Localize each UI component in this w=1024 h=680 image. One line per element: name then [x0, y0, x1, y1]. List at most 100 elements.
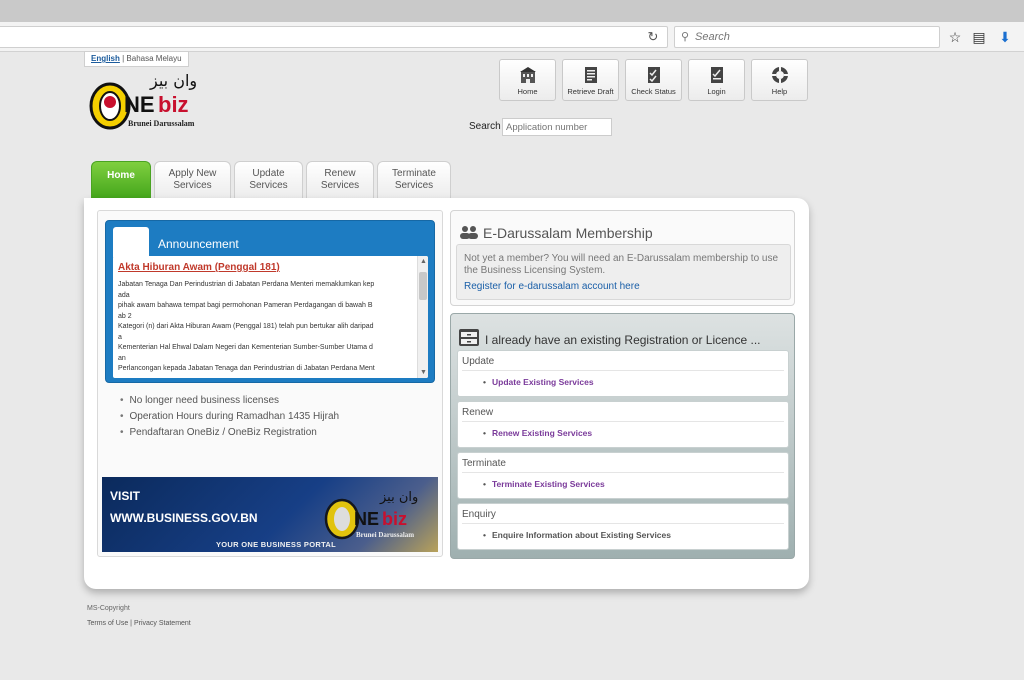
announcement-line: pihak awam bahawa tempat bagi permohonan… — [118, 302, 373, 309]
nav-home-label: Home — [517, 87, 538, 96]
business-portal-banner[interactable]: VISIT WWW.BUSINESS.GOV.BN NE biz وان بيز… — [102, 477, 438, 552]
scroll-thumb[interactable] — [419, 272, 427, 300]
register-link[interactable]: Register for e-darussalam account here — [464, 281, 640, 292]
cabinet-icon — [459, 329, 479, 346]
reload-icon[interactable]: ↻ — [645, 29, 661, 45]
news-item[interactable]: Operation Hours during Ramadhan 1435 Hij… — [120, 409, 340, 425]
lang-malay-link[interactable]: Bahasa Melayu — [126, 54, 181, 63]
search-icon: ⚲ — [681, 31, 690, 43]
card-divider — [462, 472, 784, 473]
download-icon[interactable]: ⬇ — [997, 29, 1013, 45]
tab-apply-new-services[interactable]: Apply New Services — [154, 161, 231, 199]
tab-apply-line2: Services — [173, 180, 212, 191]
announcement-line: ada — [118, 291, 130, 299]
browser-search-input[interactable] — [695, 29, 925, 45]
footer-links: Terms of Use | Privacy Statement — [87, 620, 191, 627]
privacy-statement-link[interactable]: Privacy Statement — [134, 620, 191, 627]
logo-arabic-text: وان بيز — [149, 71, 197, 91]
banner-tagline: YOUR ONE BUSINESS PORTAL — [216, 540, 336, 549]
announcement-line: Perlancongan kepada Jabatan Tenaga dan P… — [118, 365, 375, 372]
document-icon — [584, 67, 597, 83]
announcement-line: an — [118, 354, 126, 362]
scroll-down-icon[interactable]: ▼ — [419, 369, 428, 376]
news-item[interactable]: No longer need business licenses — [120, 393, 339, 409]
nav-home-button[interactable]: Home — [499, 59, 556, 101]
announcement-line: ab 2 — [118, 312, 132, 320]
language-switcher: English | Bahasa Melayu — [84, 51, 189, 67]
tab-terminate-line2: Services — [394, 180, 434, 191]
tab-update-line2: Services — [249, 180, 288, 191]
terminate-card: Terminate Terminate Existing Services — [457, 452, 789, 499]
svg-text:NE: NE — [354, 509, 379, 529]
building-icon — [519, 67, 536, 83]
onebiz-logo[interactable]: NE biz وان بيز Brunei Darussalam — [88, 68, 210, 132]
banner-logo-arabic: وان بيز — [379, 490, 418, 505]
terms-of-use-link[interactable]: Terms of Use — [87, 620, 128, 627]
banner-url-text: WWW.BUSINESS.GOV.BN — [110, 511, 258, 525]
tab-update-services[interactable]: Update Services — [234, 161, 303, 199]
browser-search-box[interactable]: ⚲ — [674, 26, 940, 48]
card-divider — [462, 370, 784, 371]
terminate-card-title: Terminate — [462, 458, 506, 469]
tab-apply-line1: Apply New — [168, 168, 217, 179]
nav-retrieve-draft-button[interactable]: Retrieve Draft — [562, 59, 619, 101]
announcement-line: Jabatan Tenaga Dan Perindustrian di Jaba… — [118, 281, 375, 288]
announcement-tab-cap — [113, 227, 149, 257]
update-card-title: Update — [462, 356, 495, 367]
announcement-line: a — [118, 333, 122, 341]
tab-home-label: Home — [107, 170, 135, 181]
renew-card: Renew Renew Existing Services — [457, 401, 789, 448]
checklist-icon — [647, 67, 660, 83]
bookmark-star-icon[interactable]: ☆ — [947, 29, 963, 45]
announcement-scrollbar[interactable]: ▲ ▼ — [417, 256, 428, 378]
membership-inner: Not yet a member? You will need an E-Dar… — [456, 244, 791, 300]
card-divider — [462, 421, 784, 422]
announcement-body: Akta Hiburan Awam (Penggal 181) Jabatan … — [113, 256, 428, 378]
banner-logo-sub: Brunei Darussalam — [356, 531, 414, 539]
tab-terminate-services[interactable]: Terminate Services — [377, 161, 451, 199]
nav-login-label: Login — [707, 87, 726, 96]
tab-renew-line1: Renew — [324, 168, 356, 179]
news-list: No longer need business licenses Operati… — [120, 393, 340, 441]
registration-title: I already have an existing Registration … — [485, 333, 761, 347]
login-icon — [710, 67, 723, 83]
tab-terminate-line1: Terminate — [392, 168, 436, 179]
reading-list-icon[interactable]: ▤ — [971, 29, 987, 45]
search-label: Search — [469, 121, 501, 132]
nav-retrieve-draft-label: Retrieve Draft — [567, 87, 614, 96]
users-icon — [460, 226, 478, 239]
enquiry-card-title: Enquiry — [462, 509, 496, 520]
tab-renew-services[interactable]: Renew Services — [306, 161, 374, 199]
enquire-services-link[interactable]: Enquire Information about Existing Servi… — [483, 530, 671, 540]
logo-main-text: NE — [124, 92, 155, 117]
nav-help-label: Help — [771, 87, 788, 96]
nav-login-button[interactable]: Login — [688, 59, 745, 101]
nav-check-status-button[interactable]: Check Status — [625, 59, 682, 101]
nav-check-status-label: Check Status — [631, 87, 676, 96]
announcement-headline-link[interactable]: Akta Hiburan Awam (Penggal 181) — [118, 262, 280, 273]
membership-box: E-Darussalam Membership Not yet a member… — [450, 210, 795, 306]
application-number-input[interactable] — [502, 118, 612, 136]
lifebuoy-icon — [771, 67, 788, 83]
tab-home[interactable]: Home — [91, 161, 151, 199]
renew-services-link[interactable]: Renew Existing Services — [483, 428, 592, 438]
tab-update-line1: Update — [252, 168, 285, 179]
svg-text:biz: biz — [382, 509, 407, 529]
svg-text:biz: biz — [158, 92, 189, 117]
membership-description: Not yet a member? You will need an E-Dar… — [464, 253, 779, 276]
banner-logo: NE biz وان بيز Brunei Darussalam — [324, 490, 418, 540]
footer-copyright: MS-Copyright — [87, 605, 130, 612]
news-item[interactable]: Pendaftaran OneBiz / OneBiz Registration — [120, 425, 339, 441]
terminate-services-link[interactable]: Terminate Existing Services — [483, 479, 605, 489]
nav-help-button[interactable]: Help — [751, 59, 808, 101]
announcement-title: Announcement — [158, 237, 239, 251]
address-bar[interactable]: ↻ — [0, 26, 668, 48]
update-services-link[interactable]: Update Existing Services — [483, 377, 594, 387]
tab-renew-line2: Services — [320, 180, 360, 191]
lang-english-link[interactable]: English — [91, 54, 120, 63]
renew-card-title: Renew — [462, 407, 494, 418]
browser-title-strip — [0, 0, 1024, 22]
browser-toolbar: ↻ ⚲ ☆ ▤ ⬇ — [0, 22, 1024, 52]
card-divider — [462, 523, 784, 524]
scroll-up-icon[interactable]: ▲ — [419, 258, 428, 265]
